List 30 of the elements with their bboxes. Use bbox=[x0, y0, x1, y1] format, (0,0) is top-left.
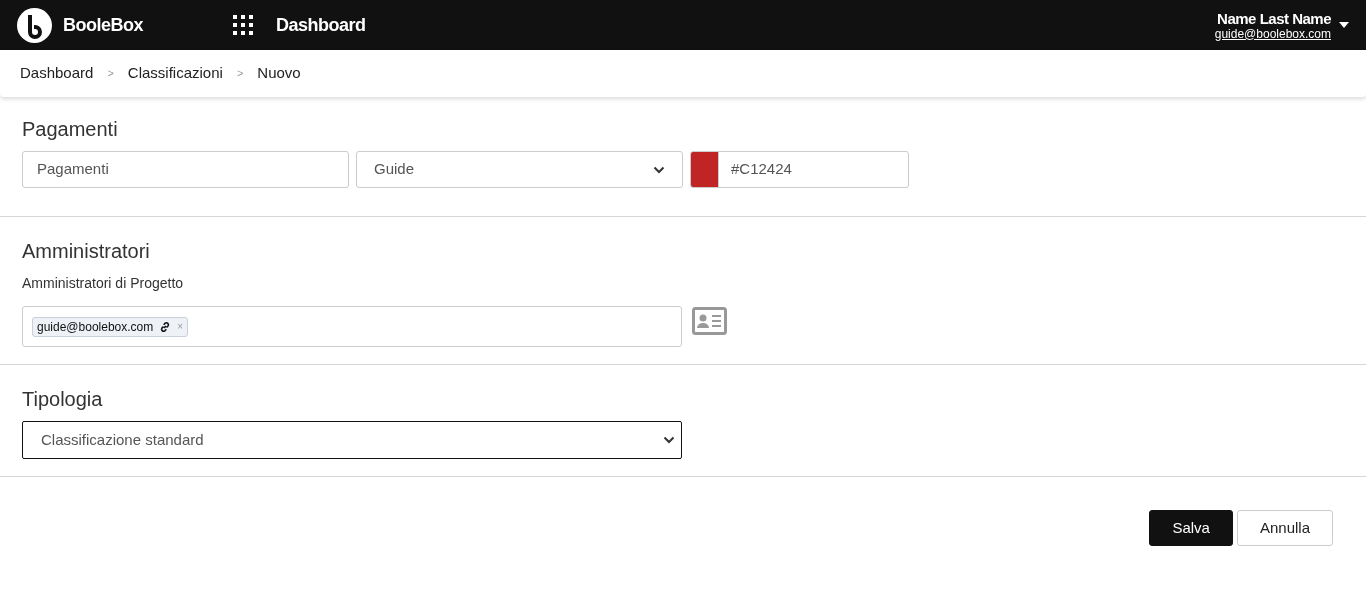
breadcrumb-separator: > bbox=[107, 66, 114, 82]
breadcrumb-link[interactable]: Classificazioni bbox=[127, 62, 223, 85]
chevron-icon bbox=[663, 436, 675, 444]
chevron-icon bbox=[653, 165, 665, 174]
tag-label: guide@boolebox.com bbox=[37, 318, 154, 336]
save-button[interactable]: Salva bbox=[1149, 510, 1233, 546]
user-name: Name Last Name bbox=[1217, 9, 1331, 27]
brand-name: BooleBox bbox=[63, 13, 143, 37]
breadcrumb-link[interactable]: Nuovo bbox=[257, 62, 301, 85]
section-title: Tipologia bbox=[22, 387, 104, 411]
type-select[interactable]: Classificazione standard bbox=[22, 421, 682, 459]
caret-icon[interactable] bbox=[1339, 22, 1349, 28]
section-title: Pagamenti bbox=[22, 117, 119, 141]
admins-field[interactable]: guide@boolebox.com × bbox=[22, 306, 682, 347]
color-field[interactable]: #C12424 bbox=[690, 151, 909, 188]
cancel-button[interactable]: Annulla bbox=[1236, 510, 1333, 546]
section-title: Amministratori bbox=[22, 239, 151, 263]
name-field[interactable]: Pagamenti bbox=[22, 151, 349, 188]
category-select[interactable]: Guide bbox=[356, 151, 683, 188]
contact-card-icon[interactable] bbox=[692, 307, 727, 335]
field-label: Amministratori di Progetto bbox=[22, 274, 185, 293]
breadcrumb-separator: > bbox=[236, 66, 244, 82]
link-icon[interactable] bbox=[159, 320, 172, 333]
breadcrumb-link[interactable]: Dashboard bbox=[20, 62, 94, 85]
user-email[interactable]: guide@boolebox.com bbox=[1214, 26, 1331, 41]
color-swatch bbox=[691, 152, 719, 187]
logo-icon bbox=[17, 7, 52, 43]
apps-grid-icon[interactable] bbox=[233, 15, 253, 35]
color-value: #C12424 bbox=[731, 159, 792, 180]
page-title: Dashboard bbox=[276, 13, 366, 37]
